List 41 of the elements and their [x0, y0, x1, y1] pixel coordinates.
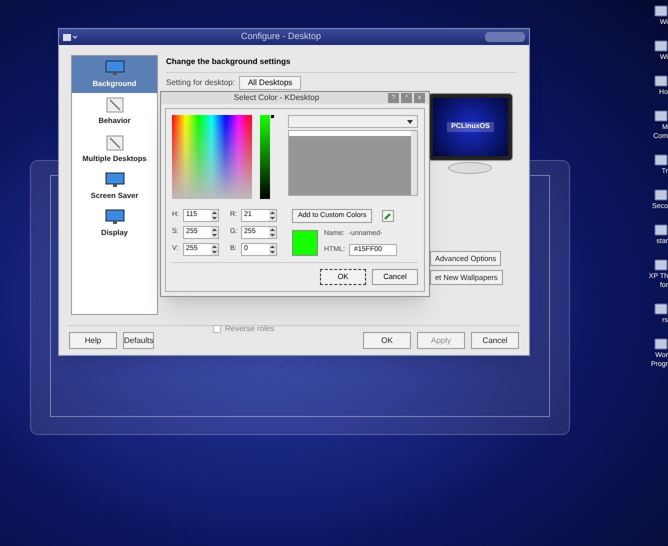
- dropdown-arrow-icon: [407, 120, 413, 124]
- spin-arrows-icon[interactable]: [211, 227, 218, 238]
- desktop-icon[interactable]: [654, 337, 668, 351]
- window-menu-icon[interactable]: [63, 32, 77, 42]
- spin-arrows-icon[interactable]: [211, 244, 218, 255]
- monitor-stand: [448, 162, 492, 174]
- desktop-icon[interactable]: [654, 74, 668, 88]
- monitor-icon: [104, 172, 124, 188]
- color-list[interactable]: [288, 130, 418, 196]
- value-slider[interactable]: [260, 115, 274, 199]
- dialog-button[interactable]: Help: [69, 332, 117, 349]
- desktop-icon[interactable]: [654, 223, 668, 237]
- spin-arrows-icon[interactable]: [269, 210, 276, 221]
- scrollbar[interactable]: [411, 131, 417, 195]
- desktop-icon[interactable]: [654, 109, 668, 123]
- setting-label: Setting for desktop:: [166, 77, 235, 89]
- spin-arrows-icon[interactable]: [269, 244, 276, 255]
- color-spectrum[interactable]: [172, 115, 252, 199]
- dialog-button[interactable]: Defaults: [123, 332, 154, 349]
- dialog-button[interactable]: OK: [363, 332, 411, 349]
- reverse-roles-label: Reverse roles: [225, 323, 274, 335]
- slider-thumb[interactable]: [271, 115, 274, 118]
- monitor-icon: [104, 209, 124, 225]
- window-title: Configure - Desktop: [240, 30, 322, 44]
- dialog-button[interactable]: Cancel: [471, 332, 519, 349]
- monitor-icon: [104, 60, 124, 76]
- eyedropper-icon[interactable]: [382, 210, 394, 222]
- desktop-dropdown[interactable]: All Desktops: [238, 76, 302, 90]
- desktop-icon[interactable]: [654, 4, 668, 18]
- desktop-icon[interactable]: [654, 188, 668, 202]
- spin-arrows-icon[interactable]: [211, 210, 218, 221]
- color-swatch: [292, 230, 318, 256]
- spin-arrows-icon[interactable]: [269, 227, 276, 238]
- desktop-icon[interactable]: [654, 302, 668, 316]
- desktop-icon[interactable]: [654, 39, 668, 53]
- page-heading: Change the background settings: [166, 56, 292, 68]
- dialog-title: Select Color - KDesktop: [234, 92, 320, 104]
- pencil-icon: [106, 97, 124, 114]
- desktop-icon[interactable]: [654, 258, 668, 272]
- desktop-icon[interactable]: [654, 153, 668, 167]
- pencil-icon: [106, 134, 124, 150]
